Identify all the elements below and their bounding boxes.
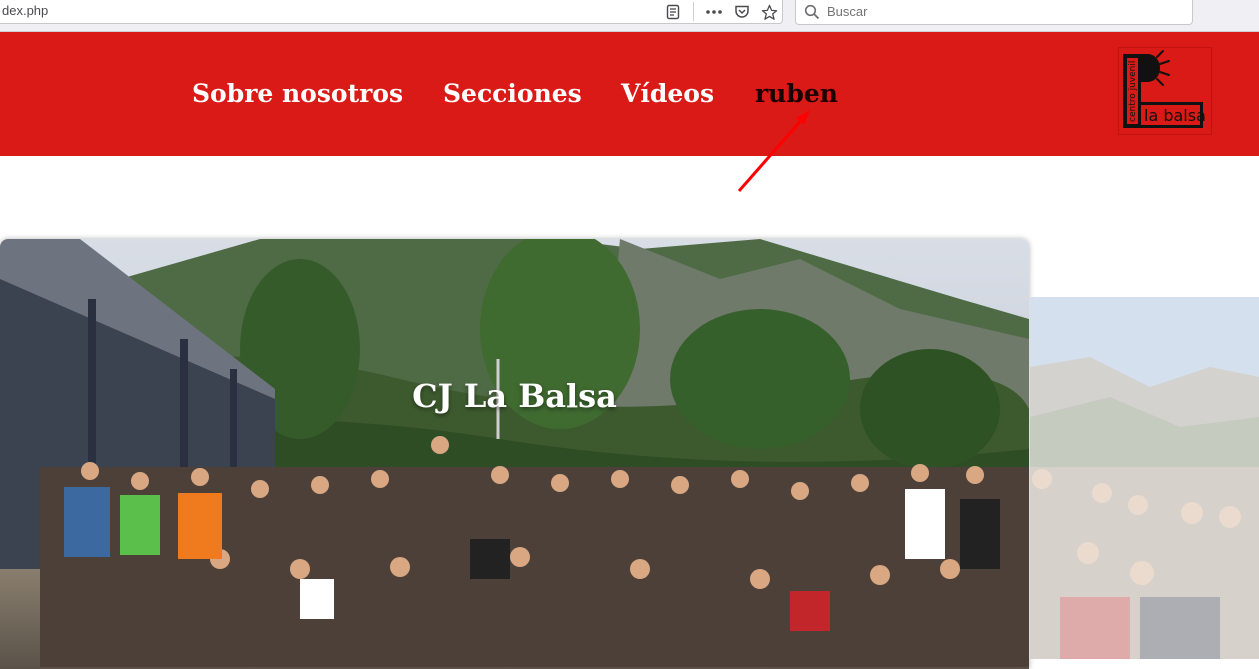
reader-view-icon[interactable] bbox=[663, 2, 683, 22]
address-bar[interactable]: dex.php bbox=[0, 0, 783, 24]
more-icon[interactable] bbox=[704, 2, 724, 22]
site-logo[interactable]: centro juvenil la balsa bbox=[1118, 47, 1212, 135]
annotation-arrow bbox=[737, 110, 810, 192]
search-icon bbox=[804, 4, 820, 24]
bookmark-star-icon[interactable] bbox=[759, 2, 779, 22]
site-header: Sobre nosotros Secciones Vídeos ruben ce… bbox=[0, 32, 1259, 156]
svg-text:centro juvenil: centro juvenil bbox=[1128, 61, 1138, 122]
hero-slide[interactable]: CJ La Balsa bbox=[0, 239, 1029, 669]
url-separator bbox=[693, 2, 694, 21]
hero-photo bbox=[0, 239, 1029, 669]
browser-toolbar: dex.php Buscar bbox=[0, 0, 1259, 32]
hero-next-slide[interactable] bbox=[1030, 297, 1259, 659]
nav-ruben[interactable]: ruben bbox=[755, 79, 838, 108]
search-placeholder: Buscar bbox=[827, 4, 868, 19]
nav-sobre-nosotros[interactable]: Sobre nosotros bbox=[192, 79, 403, 108]
hero-title: CJ La Balsa bbox=[412, 377, 617, 415]
url-text[interactable]: dex.php bbox=[2, 3, 48, 18]
next-slide-photo bbox=[1030, 297, 1259, 659]
pocket-icon[interactable] bbox=[732, 2, 752, 22]
nav-videos[interactable]: Vídeos bbox=[621, 79, 714, 108]
search-bar[interactable]: Buscar bbox=[795, 0, 1193, 25]
svg-text:la balsa: la balsa bbox=[1144, 106, 1206, 125]
nav-secciones[interactable]: Secciones bbox=[443, 79, 582, 108]
